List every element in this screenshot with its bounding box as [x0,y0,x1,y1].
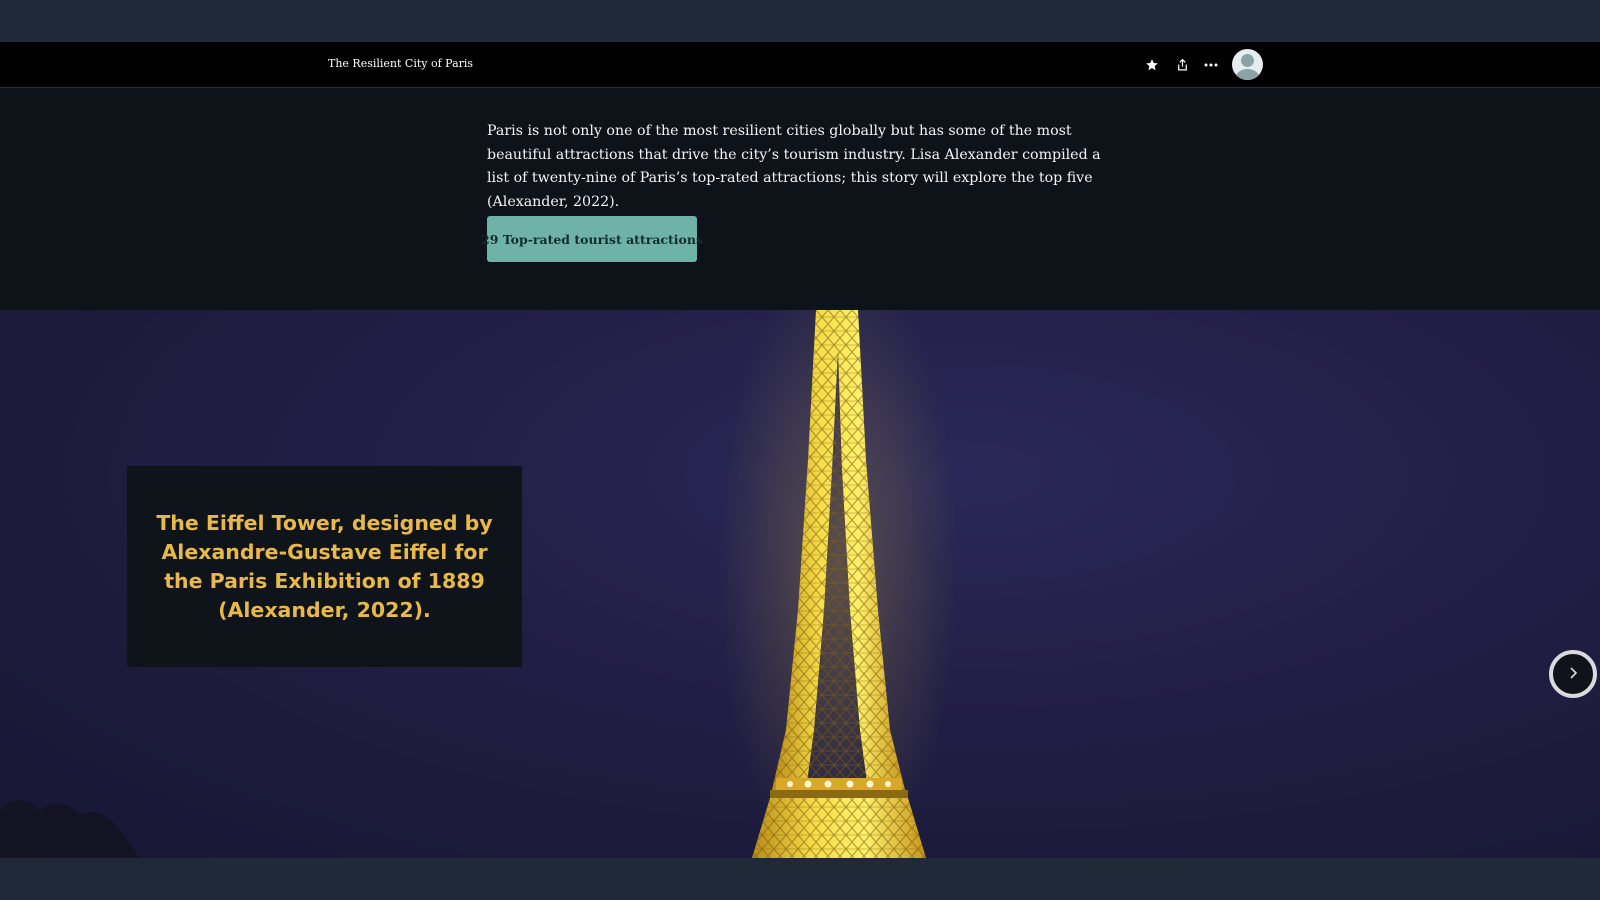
slide-caption: The Eiffel Tower, designed by Alexandre-… [156,510,493,622]
intro-paragraph: Paris is not only one of the most resili… [487,123,1101,210]
eiffel-tower-slide: The Eiffel Tower, designed by Alexandre-… [0,310,1600,858]
intro-section: Paris is not only one of the most resili… [0,88,1600,310]
user-avatar-icon [1232,54,1263,80]
story-title: The Resilient City of Paris [328,57,474,70]
share-button[interactable] [1170,53,1194,77]
bottom-strip [0,858,1600,900]
slide-caption-panel: The Eiffel Tower, designed by Alexandre-… [127,466,522,667]
chevron-right-icon [1567,665,1579,684]
next-slide-button[interactable] [1549,650,1597,698]
more-options-button[interactable] [1199,53,1223,77]
share-icon [1176,58,1189,72]
more-icon [1204,63,1218,67]
top-attractions-button[interactable]: 29 Top-rated tourist attractions [481,216,703,262]
user-avatar[interactable] [1232,49,1263,80]
favorite-button[interactable] [1140,53,1164,77]
story-header: The Resilient City of Paris [0,42,1600,88]
star-icon [1145,58,1159,72]
browser-top-strip [0,0,1600,42]
